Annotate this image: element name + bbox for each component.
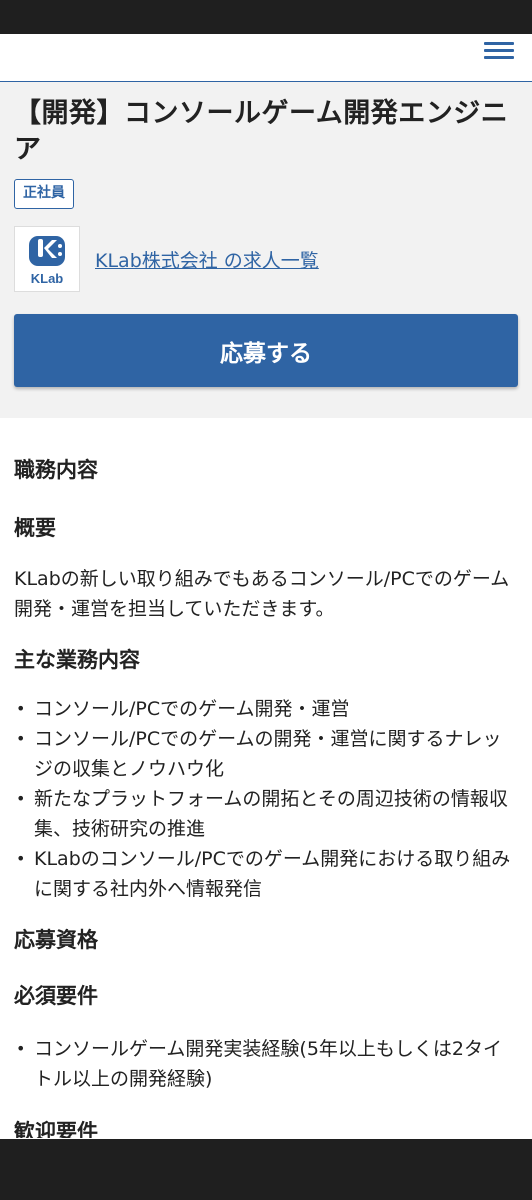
job-title: 【開発】コンソールゲーム開発エンジニア xyxy=(14,98,509,165)
list-item: コンソール/PCでのゲームの開発・運営に関するナレッジの収集とノウハウ化 xyxy=(14,724,518,784)
list-item: KLabのコンソール/PCでのゲーム開発における取り組みに関する社内外へ情報発信 xyxy=(14,844,518,904)
apply-button[interactable]: 応募する xyxy=(14,314,518,387)
company-row: KLab KLab株式会社 の求人一覧 xyxy=(14,226,518,294)
nav-bar xyxy=(0,34,532,82)
main-duties-list: コンソール/PCでのゲーム開発・運営 コンソール/PCでのゲームの開発・運営に関… xyxy=(14,694,518,904)
logo-text: KLab xyxy=(31,271,64,286)
welcome-heading: 歓迎要件 xyxy=(14,1120,98,1138)
system-navigation-bar xyxy=(0,1139,532,1200)
menu-line xyxy=(484,56,514,59)
employment-type-badge: 正社員 xyxy=(14,179,74,209)
duties-heading: 職務内容 xyxy=(14,458,98,482)
job-header: 【開発】コンソールゲーム開発エンジニア 正社員 KLab KLab株式会社 の求… xyxy=(0,82,532,418)
company-jobs-link[interactable]: KLab株式会社 の求人一覧 xyxy=(95,246,319,273)
list-item: 新たなプラットフォームの開拓とその周辺技術の情報収集、技術研究の推進 xyxy=(14,784,518,844)
company-logo[interactable]: KLab xyxy=(14,226,80,292)
menu-line xyxy=(484,42,514,45)
required-list: コンソールゲーム開発実装経験(5年以上もしくは2タイトル以上の開発経験) xyxy=(14,1034,518,1094)
main-duties-heading: 主な業務内容 xyxy=(14,648,140,672)
job-description: 職務内容 概要 KLabの新しい取り組みでもあるコンソール/PCでのゲーム開発・… xyxy=(14,418,518,1138)
list-item: コンソールゲーム開発実装経験(5年以上もしくは2タイトル以上の開発経験) xyxy=(14,1034,518,1094)
hamburger-menu-icon[interactable] xyxy=(484,40,514,62)
menu-line xyxy=(484,49,514,52)
list-item: コンソール/PCでのゲーム開発・運営 xyxy=(14,694,518,724)
klab-logo-icon: KLab xyxy=(29,236,65,286)
status-bar xyxy=(0,0,532,34)
requirements-heading: 応募資格 xyxy=(14,928,98,952)
required-heading: 必須要件 xyxy=(14,984,98,1008)
overview-text: KLabの新しい取り組みでもあるコンソール/PCでのゲーム開発・運営を担当してい… xyxy=(14,568,510,620)
overview-heading: 概要 xyxy=(14,516,56,540)
